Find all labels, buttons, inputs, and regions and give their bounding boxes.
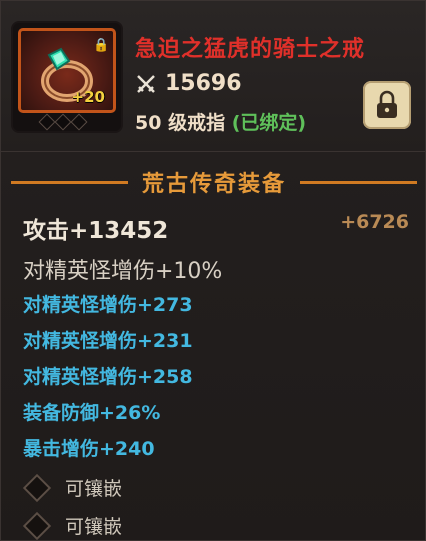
- enhance-level: +20: [71, 88, 105, 106]
- stat-attack: 攻击+13452: [23, 218, 169, 244]
- stat-elite-damage-pct: 对精英怪增伤+10%: [23, 259, 223, 284]
- title-rule-right: [300, 180, 418, 184]
- extra-stat: 暴击增伤+240: [23, 438, 155, 460]
- socket-slot-icon: [70, 113, 88, 131]
- lock-icon: 🔒: [93, 38, 110, 53]
- empty-socket-icon: [22, 473, 52, 502]
- item-level-type: 50 级戒指 (已绑定): [135, 108, 306, 135]
- crossed-swords-icon: [137, 74, 155, 93]
- socket-row[interactable]: 可镶嵌: [22, 511, 123, 540]
- extra-stat: 装备防御+26%: [23, 402, 161, 424]
- socket-row[interactable]: 可镶嵌: [22, 473, 123, 502]
- lock-button[interactable]: [363, 81, 411, 129]
- socket-label: 可镶嵌: [65, 516, 123, 538]
- extra-stat: 对精英怪增伤+231: [23, 330, 193, 352]
- title-rule-left: [11, 180, 128, 184]
- item-tooltip: 🔒 +20 急迫之猛虎的骑士之戒 15696 50 级戒指 (已绑定) 荒古传奇…: [0, 0, 426, 541]
- socket-indicators: [38, 113, 88, 131]
- socket-label: 可镶嵌: [65, 478, 123, 500]
- section-title: 荒古传奇装备: [1, 164, 426, 200]
- socket-slot-icon: [38, 113, 56, 131]
- combat-power: 15696: [135, 71, 242, 96]
- combat-power-value: 15696: [165, 71, 242, 96]
- item-icon-frame[interactable]: 🔒 +20: [11, 21, 123, 133]
- socket-slot-icon: [54, 113, 72, 131]
- item-type: 级戒指: [168, 112, 226, 134]
- item-level: 50: [135, 112, 162, 134]
- extra-stat: 对精英怪增伤+258: [23, 366, 193, 388]
- extra-stat: 对精英怪增伤+273: [23, 294, 193, 316]
- bound-status: (已绑定): [231, 112, 307, 134]
- padlock-icon: [377, 90, 397, 118]
- header-divider: [1, 151, 426, 152]
- item-icon-background: 🔒 +20: [18, 28, 116, 113]
- attack-bonus: +6726: [340, 211, 409, 233]
- item-name: 急迫之猛虎的骑士之戒: [135, 37, 366, 62]
- empty-socket-icon: [22, 511, 52, 540]
- section-title-text: 荒古传奇装备: [142, 172, 287, 197]
